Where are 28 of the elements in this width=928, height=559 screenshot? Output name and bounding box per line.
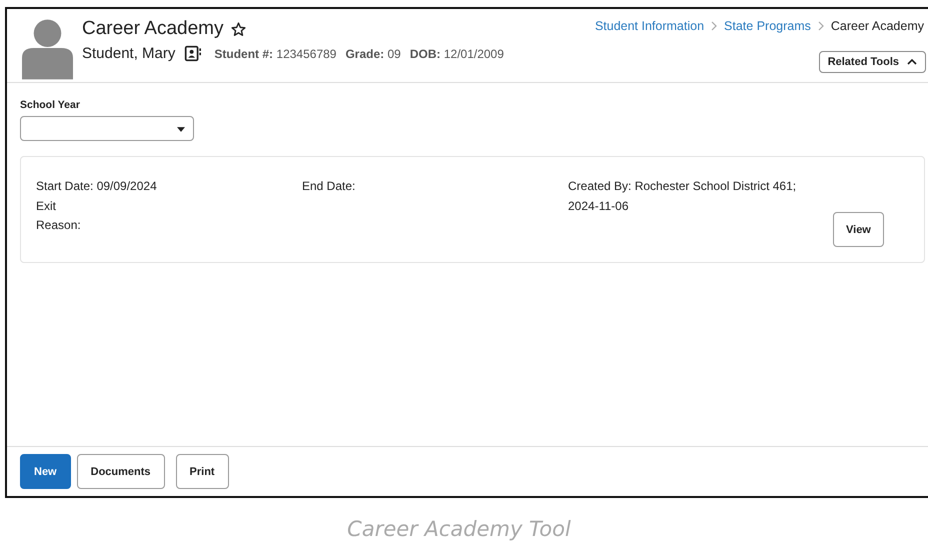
- chevron-icon: [711, 21, 718, 31]
- related-tools-button[interactable]: Related Tools: [818, 51, 926, 73]
- school-year-dropdown[interactable]: [20, 116, 194, 141]
- record-text: 2024-11-06: [568, 198, 630, 214]
- footer-button[interactable]: Documents: [76, 454, 165, 489]
- record-text: Exit: [36, 198, 58, 214]
- student-name: Student, Mary: [82, 45, 176, 62]
- field-label: School Year: [20, 99, 81, 111]
- caption: Career Academy Tool: [346, 517, 572, 541]
- chevron-icon: [818, 21, 824, 31]
- student-field: DOB: 12/01/2009: [410, 46, 504, 60]
- view-button[interactable]: View: [833, 212, 884, 247]
- student-field: Student #: 123456789: [214, 46, 336, 60]
- breadcrumb-current: Career Academy: [830, 19, 924, 33]
- breadcrumb-link[interactable]: Student Information: [594, 19, 704, 33]
- footer-button[interactable]: New: [20, 454, 71, 489]
- page-title: Career Academy: [82, 18, 224, 40]
- record-text: End Date:: [302, 178, 356, 195]
- star-icon[interactable]: [230, 20, 247, 38]
- footer-button[interactable]: Print: [176, 454, 229, 489]
- student-field: Grade: 09: [345, 46, 401, 60]
- caret-icon: [177, 127, 185, 132]
- contact-card-icon[interactable]: [184, 45, 202, 62]
- record-text: Created By: Rochester School District 461;: [568, 178, 798, 195]
- avatar-icon: [22, 18, 73, 80]
- record-text: Reason:: [36, 217, 82, 234]
- breadcrumb-link[interactable]: State Programs: [724, 19, 811, 33]
- record-text: Start Date: 09/09/2024: [36, 178, 158, 195]
